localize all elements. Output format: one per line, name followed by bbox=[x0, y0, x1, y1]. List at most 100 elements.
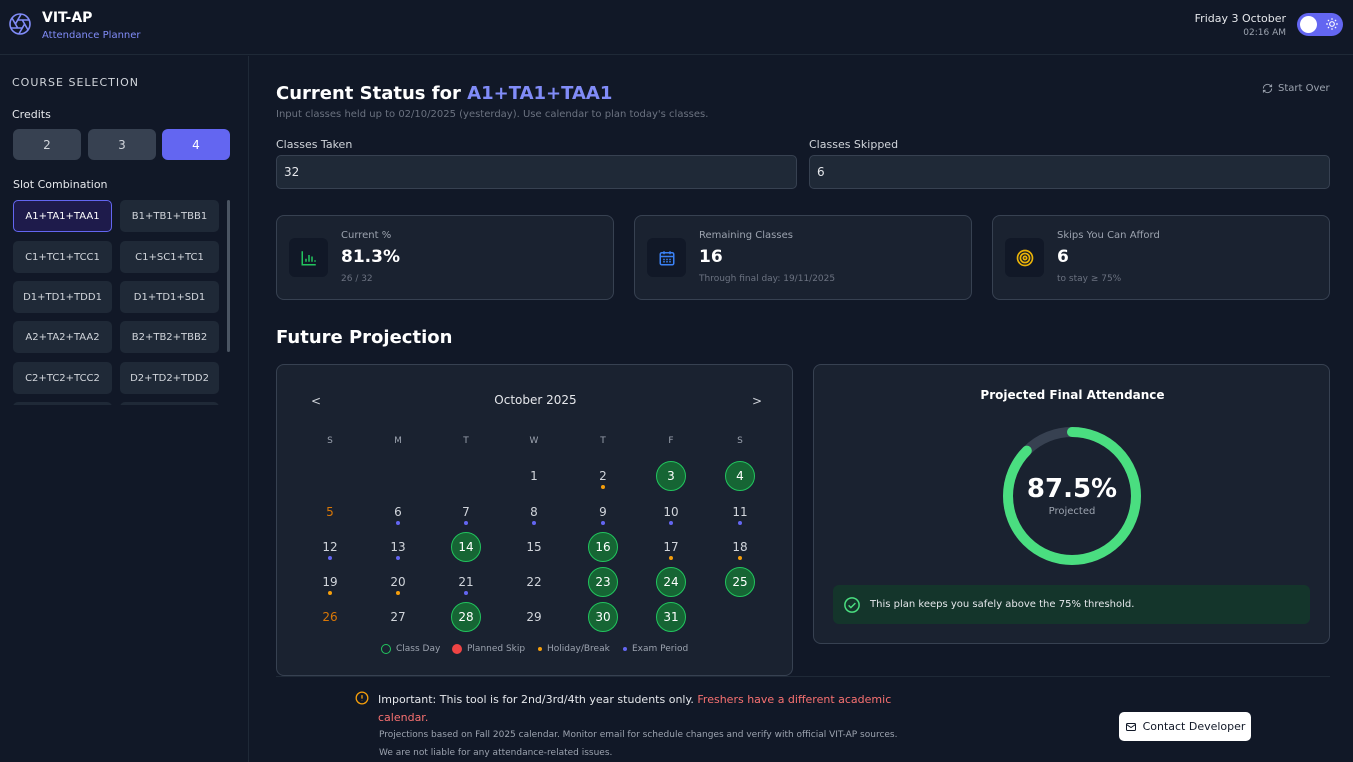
calendar-day[interactable]: 8 bbox=[519, 497, 549, 527]
slot-button[interactable]: C1+SC1+TC1 bbox=[120, 241, 219, 273]
calendar-day-number: 4 bbox=[736, 469, 744, 483]
calendar-day-number: 7 bbox=[462, 505, 470, 519]
classes-skipped-input[interactable]: 6 bbox=[809, 155, 1330, 189]
calendar-day-number: 29 bbox=[526, 610, 542, 624]
calendar-day[interactable]: 9 bbox=[588, 497, 618, 527]
sidebar: COURSE SELECTION Credits 2 3 4 Slot Comb… bbox=[0, 56, 249, 762]
legend-label: Class Day bbox=[396, 644, 441, 654]
calendar-day[interactable]: 29 bbox=[519, 602, 549, 632]
slot-list-scrollbar[interactable] bbox=[227, 200, 230, 352]
holiday-dot-icon bbox=[738, 556, 742, 560]
calendar-day-number: 24 bbox=[663, 575, 679, 589]
calendar-day-number: 28 bbox=[458, 610, 474, 624]
stat-icon-box bbox=[647, 238, 686, 277]
calendar-day[interactable]: 5 bbox=[315, 497, 345, 527]
slot-button[interactable]: A2+TA2+TAA2 bbox=[13, 321, 112, 353]
calendar-day[interactable]: 27 bbox=[383, 602, 413, 632]
slot-button[interactable]: A1+TA1+TAA1 bbox=[13, 200, 112, 232]
calendar-day-number: 27 bbox=[390, 610, 406, 624]
slot-button-partial[interactable] bbox=[120, 402, 219, 405]
target-icon bbox=[1016, 249, 1033, 266]
credits-label: Credits bbox=[12, 108, 51, 121]
calendar-day-number: 8 bbox=[530, 505, 538, 519]
holiday-dot-icon bbox=[669, 556, 673, 560]
slot-button-partial[interactable] bbox=[13, 402, 112, 405]
weekday-label: T bbox=[600, 436, 606, 446]
calendar-day-number: 12 bbox=[322, 540, 338, 554]
legend-planned-skip: Planned Skip bbox=[452, 644, 525, 654]
legend-class-day: Class Day bbox=[381, 644, 440, 654]
calendar-day[interactable]: 1 bbox=[519, 461, 549, 491]
calendar-day-number: 13 bbox=[390, 540, 406, 554]
calendar-day[interactable]: 13 bbox=[383, 532, 413, 562]
weekday-label: W bbox=[529, 436, 539, 446]
calendar-day-number: 18 bbox=[732, 540, 748, 554]
calendar-day[interactable]: 2 bbox=[588, 461, 618, 491]
theme-toggle[interactable] bbox=[1297, 13, 1343, 36]
footer-note: Projections based on Fall 2025 calendar.… bbox=[379, 730, 898, 740]
calendar-day[interactable]: 20 bbox=[383, 567, 413, 597]
calendar-day-class[interactable]: 30 bbox=[588, 602, 618, 632]
status-title-prefix: Current Status for bbox=[276, 83, 461, 104]
calendar-day-number: 1 bbox=[530, 469, 538, 483]
header-time: 02:16 AM bbox=[1243, 28, 1286, 38]
slot-button[interactable]: D1+TD1+TDD1 bbox=[13, 281, 112, 313]
calendar-day[interactable]: 7 bbox=[451, 497, 481, 527]
calendar-next-button[interactable]: > bbox=[752, 394, 762, 408]
stat-label: Current % bbox=[341, 230, 392, 241]
weekday-label: T bbox=[463, 436, 469, 446]
calendar-day[interactable]: 21 bbox=[451, 567, 481, 597]
calendar-day[interactable]: 26 bbox=[315, 602, 345, 632]
slot-button[interactable]: B2+TB2+TBB2 bbox=[120, 321, 219, 353]
credit-button-4[interactable]: 4 bbox=[162, 129, 230, 160]
credit-button-2[interactable]: 2 bbox=[13, 129, 81, 160]
calendar-day-number: 17 bbox=[663, 540, 679, 554]
calendar-day[interactable]: 10 bbox=[656, 497, 686, 527]
calendar-day[interactable]: 11 bbox=[725, 497, 755, 527]
slot-button[interactable]: C2+TC2+TCC2 bbox=[13, 362, 112, 394]
weekday-label: S bbox=[327, 436, 333, 446]
classes-taken-input[interactable]: 32 bbox=[276, 155, 797, 189]
calendar-day[interactable]: 18 bbox=[725, 532, 755, 562]
stat-value: 6 bbox=[1057, 247, 1069, 267]
legend-label: Exam Period bbox=[632, 644, 689, 654]
aperture-logo-icon bbox=[9, 13, 31, 35]
credit-button-3[interactable]: 3 bbox=[88, 129, 156, 160]
calendar-day-class[interactable]: 23 bbox=[588, 567, 618, 597]
calendar-day[interactable]: 12 bbox=[315, 532, 345, 562]
calendar-day-class[interactable]: 24 bbox=[656, 567, 686, 597]
calendar-day-class[interactable]: 14 bbox=[451, 532, 481, 562]
calendar-day-class[interactable]: 31 bbox=[656, 602, 686, 632]
calendar-day-number: 2 bbox=[599, 469, 607, 483]
calendar-day-class[interactable]: 28 bbox=[451, 602, 481, 632]
calendar-day-class[interactable]: 3 bbox=[656, 461, 686, 491]
slot-button[interactable]: C1+TC1+TCC1 bbox=[13, 241, 112, 273]
classes-taken-label: Classes Taken bbox=[276, 138, 353, 151]
contact-developer-button[interactable]: Contact Developer bbox=[1119, 712, 1251, 741]
calendar-day-number: 5 bbox=[326, 505, 334, 519]
calendar-day-class[interactable]: 16 bbox=[588, 532, 618, 562]
calendar-day[interactable]: 22 bbox=[519, 567, 549, 597]
header-date: Friday 3 October bbox=[1194, 12, 1286, 25]
slot-button[interactable]: B1+TB1+TBB1 bbox=[120, 200, 219, 232]
calendar-day[interactable]: 19 bbox=[315, 567, 345, 597]
slot-button[interactable]: D1+TD1+SD1 bbox=[120, 281, 219, 313]
slot-button[interactable]: D2+TD2+TDD2 bbox=[120, 362, 219, 394]
bar-chart-icon bbox=[301, 250, 316, 265]
calendar-day-number: 25 bbox=[732, 575, 748, 589]
calendar-day-class[interactable]: 4 bbox=[725, 461, 755, 491]
alert-circle-icon bbox=[355, 691, 369, 705]
app-header: VIT-AP Attendance Planner Friday 3 Octob… bbox=[0, 0, 1353, 55]
safe-message-text: This plan keeps you safely above the 75%… bbox=[870, 599, 1135, 610]
calendar-day[interactable]: 6 bbox=[383, 497, 413, 527]
calendar-day[interactable]: 15 bbox=[519, 532, 549, 562]
footer-note: We are not liable for any attendance-rel… bbox=[379, 748, 613, 758]
exam-dot-icon bbox=[738, 521, 742, 525]
calendar-day-class[interactable]: 25 bbox=[725, 567, 755, 597]
start-over-button[interactable]: Start Over bbox=[1262, 83, 1330, 94]
exam-dot-icon bbox=[328, 556, 332, 560]
weekday-label: S bbox=[737, 436, 743, 446]
stat-icon-box bbox=[289, 238, 328, 277]
calendar-day[interactable]: 17 bbox=[656, 532, 686, 562]
calendar-day-number: 10 bbox=[663, 505, 679, 519]
